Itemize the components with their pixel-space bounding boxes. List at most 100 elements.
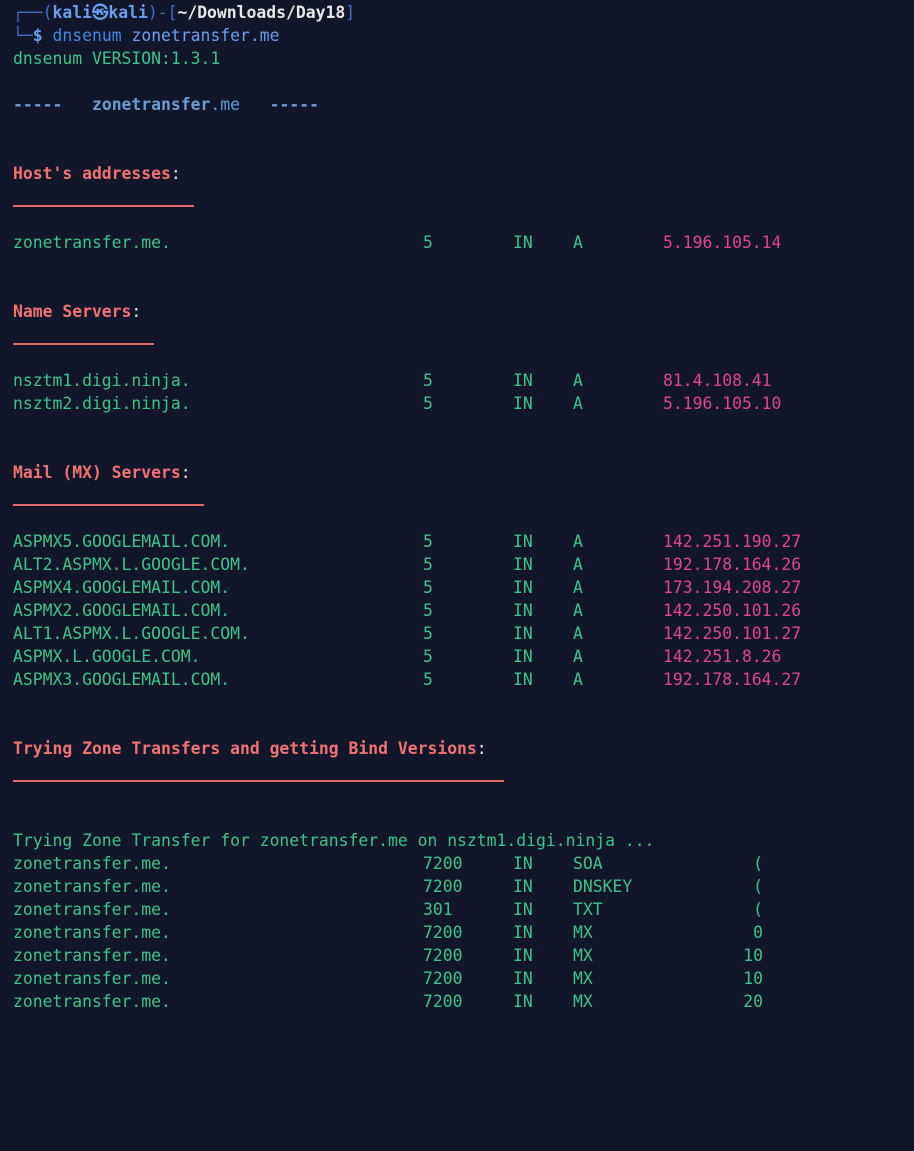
record-host: ASPMX5.GOOGLEMAIL.COM. [13, 532, 231, 551]
prompt-path: ~/Downloads/Day18 [177, 3, 346, 22]
record-class: IN [513, 900, 533, 919]
terminal-window[interactable]: ┌──(kali㉿kali)-[~/Downloads/Day18] └─$ d… [0, 0, 914, 1011]
record-ip: 192.178.164.26 [663, 555, 802, 574]
record-host: ASPMX.L.GOOGLE.COM. [13, 647, 201, 666]
table-row: nsztm1.digi.ninja. 5 IN A 81.4.108.41 [13, 369, 772, 392]
table-row: ASPMX.L.GOOGLE.COM. 5 IN A 142.251.8.26 [13, 645, 781, 668]
record-ttl: 5 [423, 233, 433, 252]
record-host: ALT2.ASPMX.L.GOOGLE.COM. [13, 555, 250, 574]
record-host: ALT1.ASPMX.L.GOOGLE.COM. [13, 624, 250, 643]
record-type: A [573, 670, 583, 689]
record-ttl: 5 [423, 670, 433, 689]
heading-underline [13, 504, 204, 506]
record-ip: 142.250.101.26 [663, 601, 802, 620]
record-host: zonetransfer.me. [13, 992, 171, 1011]
record-host: zonetransfer.me. [13, 854, 171, 873]
version-line: dnsenum VERSION:1.3.1 [13, 49, 221, 68]
record-host: nsztm2.digi.ninja. [13, 394, 191, 413]
target-banner: ----- zonetransfer.me ----- [13, 95, 319, 114]
command-argument: zonetransfer.me [131, 26, 280, 45]
record-host: zonetransfer.me. [13, 233, 171, 252]
table-row: nsztm2.digi.ninja. 5 IN A 5.196.105.10 [13, 392, 781, 415]
record-type: A [573, 532, 583, 551]
table-row: zonetransfer.me. 7200 IN MX 10 [13, 944, 763, 967]
table-row: zonetransfer.me. 5 IN A 5.196.105.14 [13, 231, 781, 254]
record-class: IN [513, 601, 533, 620]
section-heading-name-servers: Name Servers: [13, 302, 142, 321]
record-ip: 5.196.105.14 [663, 233, 782, 252]
record-type: A [573, 394, 583, 413]
record-type: A [573, 601, 583, 620]
record-ttl: 7200 [423, 923, 463, 942]
record-type: A [573, 555, 583, 574]
zone-transfer-attempt-line: Trying Zone Transfer for zonetransfer.me… [13, 831, 655, 850]
record-value: ( [753, 877, 763, 896]
record-host: zonetransfer.me. [13, 969, 171, 988]
record-class: IN [513, 555, 533, 574]
table-row: zonetransfer.me. 7200 IN MX 0 [13, 921, 763, 944]
record-ttl: 7200 [423, 877, 463, 896]
heading-underline [13, 205, 194, 207]
table-row: zonetransfer.me. 7200 IN SOA ( [13, 852, 763, 875]
record-ip: 142.251.8.26 [663, 647, 782, 666]
record-ttl: 5 [423, 371, 433, 390]
record-ip: 173.194.208.27 [663, 578, 802, 597]
heading-underline [13, 780, 504, 782]
record-ttl: 7200 [423, 854, 463, 873]
record-ttl: 7200 [423, 946, 463, 965]
record-class: IN [513, 394, 533, 413]
section-heading-mail-servers: Mail (MX) Servers: [13, 463, 191, 482]
record-ttl: 5 [423, 532, 433, 551]
record-ttl: 301 [423, 900, 453, 919]
section-heading-host-addresses: Host's addresses: [13, 164, 181, 183]
record-type: MX [573, 969, 593, 988]
record-ttl: 5 [423, 601, 433, 620]
record-value: 10 [743, 946, 763, 965]
record-class: IN [513, 233, 533, 252]
record-ttl: 5 [423, 647, 433, 666]
table-row: zonetransfer.me. 7200 IN MX 10 [13, 967, 763, 990]
record-type: MX [573, 923, 593, 942]
record-ttl: 5 [423, 394, 433, 413]
command-line: └─$ dnsenum zonetransfer.me [13, 26, 280, 45]
table-row: ASPMX4.GOOGLEMAIL.COM. 5 IN A 173.194.20… [13, 576, 801, 599]
record-class: IN [513, 371, 533, 390]
table-row: zonetransfer.me. 7200 IN DNSKEY ( [13, 875, 763, 898]
record-ip: 192.178.164.27 [663, 670, 802, 689]
command-name: dnsenum [52, 26, 122, 45]
record-host: zonetransfer.me. [13, 877, 171, 896]
record-value: 10 [743, 969, 763, 988]
table-row: ASPMX3.GOOGLEMAIL.COM. 5 IN A 192.178.16… [13, 668, 801, 691]
record-host: ASPMX3.GOOGLEMAIL.COM. [13, 670, 231, 689]
record-ip: 81.4.108.41 [663, 371, 772, 390]
table-row: ALT2.ASPMX.L.GOOGLE.COM. 5 IN A 192.178.… [13, 553, 801, 576]
record-type: A [573, 371, 583, 390]
section-heading-zone-transfers: Trying Zone Transfers and getting Bind V… [13, 739, 487, 758]
record-type: A [573, 578, 583, 597]
record-value: ( [753, 900, 763, 919]
record-ttl: 7200 [423, 969, 463, 988]
record-class: IN [513, 647, 533, 666]
record-value: 0 [753, 923, 763, 942]
record-type: SOA [573, 854, 603, 873]
record-type: TXT [573, 900, 603, 919]
table-row: zonetransfer.me. 7200 IN MX 20 [13, 990, 763, 1013]
record-type: A [573, 647, 583, 666]
prompt-host: kali [108, 3, 148, 22]
record-type: A [573, 233, 583, 252]
record-class: IN [513, 578, 533, 597]
record-value: 20 [743, 992, 763, 1011]
record-class: IN [513, 992, 533, 1011]
record-type: A [573, 624, 583, 643]
record-class: IN [513, 877, 533, 896]
record-host: ASPMX4.GOOGLEMAIL.COM. [13, 578, 231, 597]
record-host: zonetransfer.me. [13, 900, 171, 919]
record-type: MX [573, 946, 593, 965]
prompt-line: ┌──(kali㉿kali)-[~/Downloads/Day18] [13, 3, 356, 22]
record-ttl: 5 [423, 578, 433, 597]
table-row: ALT1.ASPMX.L.GOOGLE.COM. 5 IN A 142.250.… [13, 622, 801, 645]
record-class: IN [513, 969, 533, 988]
record-host: zonetransfer.me. [13, 946, 171, 965]
record-class: IN [513, 624, 533, 643]
record-type: MX [573, 992, 593, 1011]
